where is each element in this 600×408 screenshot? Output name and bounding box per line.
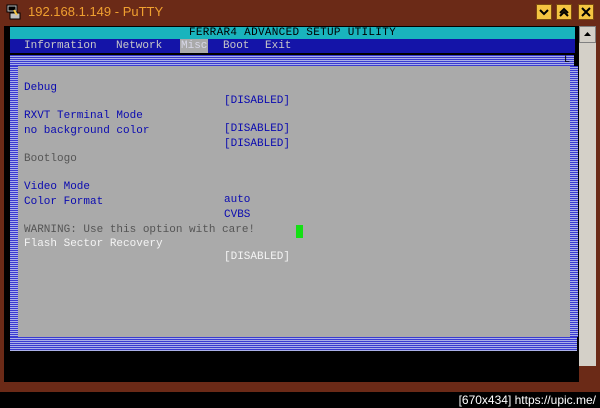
putty-window: 192.168.1.149 - PuTTY FERRAR4 ADVANCED S… [0,0,600,392]
setting-value: [DISABLED] [224,138,291,150]
setting-value: auto [224,194,251,206]
setting-value: [DISABLED] [224,251,291,263]
setting-bootlogo[interactable]: Bootlogo [24,140,77,165]
close-icon [581,7,591,17]
close-button[interactable] [578,4,594,20]
maximize-button[interactable] [556,4,572,20]
warning-text: WARNING: Use this option with care! [24,211,255,236]
arrow-up-icon [584,32,591,36]
window-title: 192.168.1.149 - PuTTY [28,4,164,19]
setting-no-background-color[interactable]: no background color [DISABLED] [24,112,290,150]
terminal-screen[interactable]: FERRAR4 ADVANCED SETUP UTILITY Informati… [4,26,579,382]
setting-label: Color Format [24,196,104,208]
panel-border-left [10,66,18,337]
setting-value: CVBS [224,209,251,221]
setting-label: Debug [24,82,58,94]
setting-label: no background color [24,125,150,137]
setting-rxvt-terminal-mode[interactable]: RXVT Terminal Mode [DISABLED] [24,97,290,135]
image-host-footer: [670x434] https://upic.me/ [0,392,600,408]
misc-settings-panel: Debug [DISABLED] RXVT Terminal Mode [DIS… [18,66,570,337]
minimize-icon [539,9,549,16]
menu-misc[interactable]: Misc [180,39,209,53]
setup-menu-bar: Information Network Misc Boot Exit [10,39,575,53]
panel-border-right [570,66,578,337]
setting-value: [DISABLED] [224,95,291,107]
panel-border-top [10,55,574,66]
setup-utility-header: FERRAR4 ADVANCED SETUP UTILITY [10,27,575,39]
minimize-button[interactable] [536,4,552,20]
putty-icon[interactable] [6,3,22,21]
vertical-scrollbar[interactable] [579,26,596,366]
menu-network[interactable]: Network [116,39,162,53]
setting-label: Bootlogo [24,153,77,165]
panel-corner-mark: L [564,55,571,66]
setting-value: [DISABLED] [224,123,291,135]
title-bar[interactable]: 192.168.1.149 - PuTTY [0,0,600,24]
menu-exit[interactable]: Exit [265,39,291,53]
setting-flash-sector-recovery[interactable]: Flash Sector Recovery [DISABLED] [24,225,303,263]
scroll-up-button[interactable] [579,26,596,43]
setting-label: Flash Sector Recovery [24,238,163,250]
setting-color-format[interactable]: Color Format CVBS [24,183,250,221]
menu-boot[interactable]: Boot [223,39,249,53]
footer-watermark: [670x434] https://upic.me/ [458,393,596,407]
setting-debug[interactable]: Debug [DISABLED] [24,69,290,107]
setting-video-mode[interactable]: Video Mode auto [24,168,250,206]
terminal-cursor [296,225,303,238]
maximize-icon [559,7,569,17]
menu-information[interactable]: Information [24,39,97,53]
panel-border-bottom [10,337,577,351]
